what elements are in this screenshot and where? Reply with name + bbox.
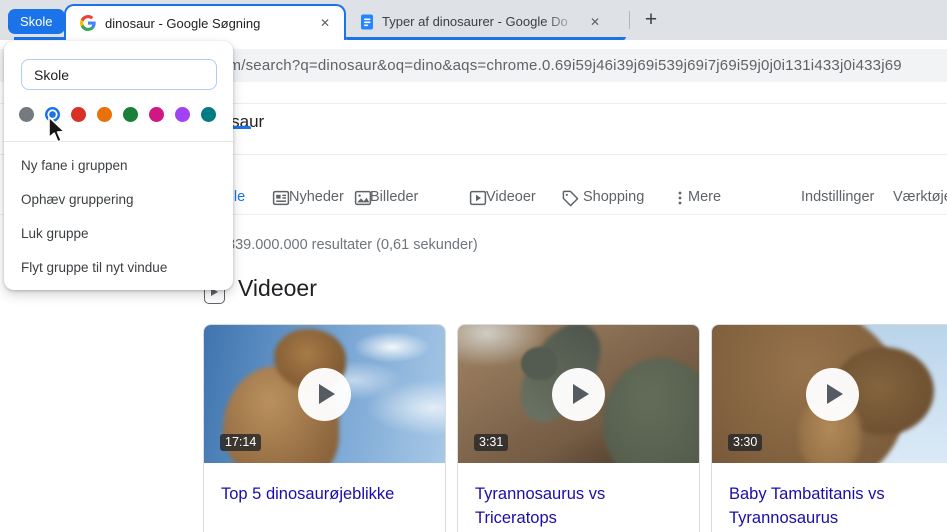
color-swatch-grey[interactable] [19,107,34,122]
close-tab-icon[interactable]: ✕ [586,13,604,31]
url-text: om/search?q=dinosaur&oq=dino&aqs=chrome.… [220,57,902,74]
menu-item-close-group[interactable]: Luk gruppe [4,216,233,250]
results-stats: 839.000.000 resultater (0,61 sekunder) [227,237,478,253]
color-swatch-pink[interactable] [149,107,164,122]
menu-item-new-tab-in-group[interactable]: Ny fane i gruppen [4,148,233,182]
tools-button[interactable]: Værktøjer [893,189,947,205]
tab-title: Typer af dinosaurer - Google Do [382,13,586,31]
tab-strip: Skole dinosaur - Google Søgning ✕ Typer … [0,0,947,40]
menu-item-ungroup[interactable]: Ophæv gruppering [4,182,233,216]
group-menu: Ny fane i gruppen Ophæv gruppering Luk g… [4,148,233,284]
settings-button[interactable]: Indstillinger [801,189,874,205]
video-card[interactable]: 17:14 Top 5 dinosaurøjeblikke [203,324,446,532]
nav-tab-videos[interactable]: Videoer [486,189,536,205]
menu-divider [4,141,233,142]
tab-group-chip[interactable]: Skole [8,9,65,34]
nav-tab-more[interactable]: Mere [688,189,721,205]
video-thumbnail[interactable]: 3:31 [458,325,699,463]
video-card[interactable]: 3:30 Baby Tambatitanis vs Tyrannosaurus [711,324,947,532]
shopping-icon [562,190,579,207]
tab-group-editor-popup: Ny fane i gruppen Ophæv gruppering Luk g… [4,41,233,290]
video-title-link[interactable]: Baby Tambatitanis vs Tyrannosaurus [729,483,936,531]
color-swatch-purple[interactable] [175,107,190,122]
tab-separator [629,11,630,29]
color-swatch-orange[interactable] [97,107,112,122]
video-thumbnail[interactable]: 3:30 [712,325,947,463]
news-icon [272,190,290,206]
color-swatch-teal[interactable] [201,107,216,122]
videos-icon [469,190,487,206]
video-duration: 17:14 [220,434,262,451]
new-tab-button[interactable]: + [638,7,664,33]
color-swatch-green[interactable] [123,107,138,122]
video-title-link[interactable]: Tyrannosaurus vs Triceratops [475,483,682,531]
google-docs-favicon-icon [361,14,373,30]
more-icon [678,191,682,205]
nav-tab-images[interactable]: Billeder [370,189,418,205]
video-title-link[interactable]: Top 5 dinosaurøjeblikke [221,483,428,507]
video-duration: 3:30 [728,434,763,451]
nav-tab-news[interactable]: Nyheder [289,189,344,205]
play-button-icon[interactable] [806,367,859,421]
video-duration: 3:31 [474,434,509,451]
color-swatch-red[interactable] [71,107,86,122]
tab-title: dinosaur - Google Søgning [105,15,261,31]
play-button-icon[interactable] [298,367,351,421]
dinosaur-figure [520,347,557,381]
video-card[interactable]: 3:31 Tyrannosaurus vs Triceratops [457,324,700,532]
mouse-cursor [48,116,66,143]
close-tab-icon[interactable]: ✕ [316,14,334,32]
tab-dinosaur-docs[interactable]: Typer af dinosaurer - Google Do ✕ [350,6,612,38]
video-thumbnail[interactable]: 17:14 [204,325,445,463]
play-button-icon[interactable] [552,367,605,421]
nav-tab-shopping[interactable]: Shopping [583,189,644,205]
group-name-input[interactable] [21,59,217,90]
dinosaur-figure [602,358,699,463]
videos-section-title: Videoer [238,275,317,301]
menu-item-move-group-to-new-window[interactable]: Flyt gruppe til nyt vindue [4,250,233,284]
tab-dinosaur-search[interactable]: dinosaur - Google Søgning ✕ [64,4,346,40]
google-favicon-icon [80,15,96,31]
